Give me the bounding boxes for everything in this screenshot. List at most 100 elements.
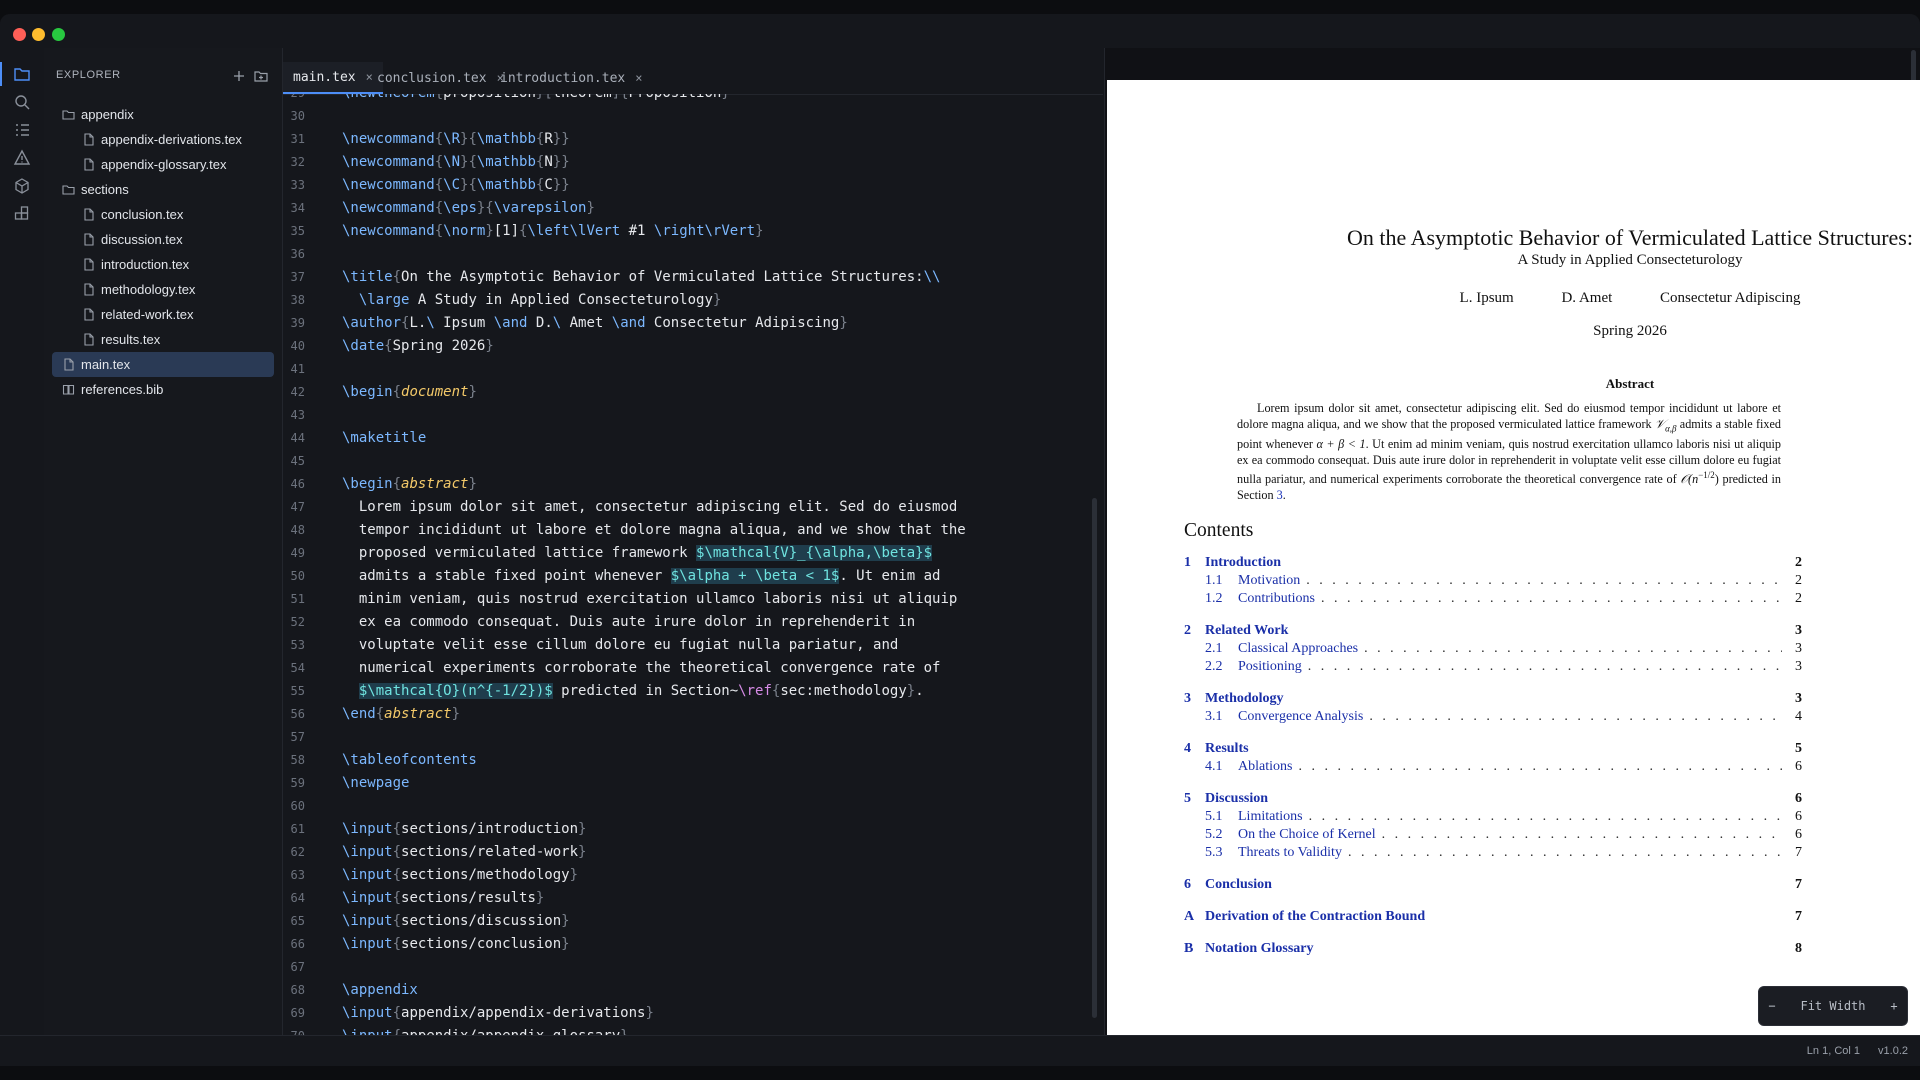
pdf-date: Spring 2026 xyxy=(1593,323,1667,339)
code-token: N xyxy=(544,154,553,170)
toc-number: 3 xyxy=(1184,691,1191,706)
tree-file[interactable]: references.bib xyxy=(52,377,274,402)
editor-scrollbar[interactable] xyxy=(1092,498,1097,1018)
tree-file[interactable]: appendix-derivations.tex xyxy=(52,127,274,152)
pdf-subtitle: A Study in Applied Consecteturology xyxy=(1517,252,1743,268)
toc-subsection-link[interactable]: 3.1 Convergence Analysis . . . . . . . . .… xyxy=(1184,709,1802,727)
toc-subsection-link[interactable]: 4.1 Ablations . . . . . . . . . . . . . . … xyxy=(1184,759,1802,777)
toc-section-link[interactable]: A Derivation of the Contraction Bound 7 xyxy=(1184,909,1802,927)
toc-section-link[interactable]: 1 Introduction 2 xyxy=(1184,555,1802,573)
abstract-text: . xyxy=(1282,488,1286,503)
toc-page: 3 xyxy=(1795,623,1802,638)
close-window-button[interactable] xyxy=(13,28,26,41)
toc-subsection-link[interactable]: 1.1 Motivation . . . . . . . . . . . . . .… xyxy=(1184,573,1802,591)
close-tab-icon[interactable]: × xyxy=(635,71,642,85)
code-line: 44 \maketitle xyxy=(283,427,1103,450)
toc-subsection-link[interactable]: 2.2 Positioning . . . . . . . . . . . . . … xyxy=(1184,659,1802,677)
code-token: } xyxy=(569,867,579,883)
toc-title: Methodology xyxy=(1205,691,1284,706)
toc-page: 8 xyxy=(1795,941,1802,956)
line-number: 66 xyxy=(290,937,305,951)
extensions-view-button[interactable] xyxy=(0,198,44,230)
line-text: \appendix xyxy=(342,979,418,1002)
code-token: \input xyxy=(342,936,393,952)
line-number: 46 xyxy=(290,477,305,491)
code-token: }{ xyxy=(460,154,477,170)
zoom-in-button[interactable]: + xyxy=(1881,999,1907,1013)
toc-subsection-link[interactable]: 5.1 Limitations . . . . . . . . . . . . . … xyxy=(1184,809,1802,827)
code-token: numerical experiments corroborate the th… xyxy=(342,660,941,676)
code-token: }} xyxy=(552,177,570,193)
tree-folder[interactable]: sections xyxy=(52,177,274,202)
code-token: } xyxy=(586,200,595,216)
code-line: 60 xyxy=(283,795,1103,818)
code-line: 63 \input{sections/methodology} xyxy=(283,864,1103,887)
tree-folder[interactable]: appendix xyxy=(52,102,274,127)
code-line: 30 xyxy=(283,105,1103,128)
toc-title: Introduction xyxy=(1205,555,1281,570)
line-number: 42 xyxy=(290,385,305,399)
toc-title: Derivation of the Contraction Bound xyxy=(1205,909,1426,924)
tree-item-label: results.tex xyxy=(101,332,161,347)
code-token: \title xyxy=(342,269,393,285)
tree-file[interactable]: conclusion.tex xyxy=(52,202,274,227)
code-area[interactable]: 29\newtheorem{proposition}[theorem]{Prop… xyxy=(283,94,1103,1036)
toc-subsection-link[interactable]: 2.1 Classical Approaches . . . . . . . . .… xyxy=(1184,641,1802,659)
tree-file[interactable]: results.tex xyxy=(52,327,274,352)
code-token: L. xyxy=(409,315,427,331)
toc-number: 6 xyxy=(1184,877,1191,892)
tree-file[interactable]: appendix-glossary.tex xyxy=(52,152,274,177)
file-icon xyxy=(84,208,94,221)
toc-section-link[interactable]: 4 Results 5 xyxy=(1184,741,1802,759)
code-token: A Study in Applied Consecteturology xyxy=(409,292,713,308)
toc-title: On the Choice of Kernel xyxy=(1238,827,1376,842)
code-token: \maketitle xyxy=(342,430,427,446)
tree-item-label: references.bib xyxy=(81,382,164,397)
code-token: \N xyxy=(443,154,461,170)
toc-subsection-link[interactable]: 5.2 On the Choice of Kernel . . . . . . . … xyxy=(1184,827,1802,845)
line-number: 37 xyxy=(290,270,305,284)
toc-section-link[interactable]: B Notation Glossary 8 xyxy=(1184,941,1802,959)
new-file-button[interactable] xyxy=(229,66,249,86)
code-line: 37 \title{On the Asymptotic Behavior of V… xyxy=(283,266,1103,289)
toc-subsection-link[interactable]: 1.2 Contributions . . . . . . . . . . . . … xyxy=(1184,591,1802,609)
cursor-position[interactable]: Ln 1, Col 1 xyxy=(1807,1045,1860,1057)
code-token: { xyxy=(392,867,402,883)
zoom-mode-label[interactable]: Fit Width xyxy=(1785,999,1881,1013)
code-token: } xyxy=(839,315,848,331)
pdf-author: D. Amet xyxy=(1561,290,1613,306)
pdf-preview: On the Asymptotic Behavior of Vermiculat… xyxy=(1104,48,1920,1066)
zoom-window-button[interactable] xyxy=(52,28,65,41)
toc-section-link[interactable]: 6 Conclusion 7 xyxy=(1184,877,1802,895)
tree-file[interactable]: introduction.tex xyxy=(52,252,274,277)
tab-label: introduction.tex xyxy=(500,70,626,86)
minimize-window-button[interactable] xyxy=(32,28,45,41)
toc-spacer xyxy=(1274,791,1782,809)
editor-tab[interactable]: introduction.tex × xyxy=(490,62,652,94)
line-text: \input{sections/introduction} xyxy=(342,818,586,841)
toc-section-link[interactable]: 3 Methodology 3 xyxy=(1184,691,1802,709)
tree-file[interactable]: discussion.tex xyxy=(52,227,274,252)
code-token: Consectetur Adipiscing xyxy=(645,315,840,331)
code-token: \begin xyxy=(342,384,393,400)
toc-number: 5.3 xyxy=(1205,845,1223,860)
code-token: }} xyxy=(552,131,570,147)
tab-label: main.tex xyxy=(293,69,356,85)
toc-section-link[interactable]: 2 Related Work 3 xyxy=(1184,623,1802,641)
line-number: 45 xyxy=(290,454,305,468)
line-number: 64 xyxy=(290,891,305,905)
file-icon xyxy=(84,308,94,321)
code-line: 67 xyxy=(283,956,1103,979)
tree-file[interactable]: methodology.tex xyxy=(52,277,274,302)
code-token: \newcommand xyxy=(342,177,435,193)
toc-section-link[interactable]: 5 Discussion 6 xyxy=(1184,791,1802,809)
tree-file[interactable]: related-work.tex xyxy=(52,302,274,327)
tree-file[interactable]: main.tex xyxy=(52,352,274,377)
toc-leader-dots: . . . . . . . . . . . . . . . . . . . . … xyxy=(1369,709,1782,724)
new-folder-button[interactable] xyxy=(251,66,271,86)
code-line: 36 xyxy=(283,243,1103,266)
code-token: sections/results xyxy=(401,890,536,906)
toc-subsection-link[interactable]: 5.3 Threats to Validity . . . . . . . . . … xyxy=(1184,845,1802,863)
zoom-out-button[interactable]: − xyxy=(1759,999,1785,1013)
